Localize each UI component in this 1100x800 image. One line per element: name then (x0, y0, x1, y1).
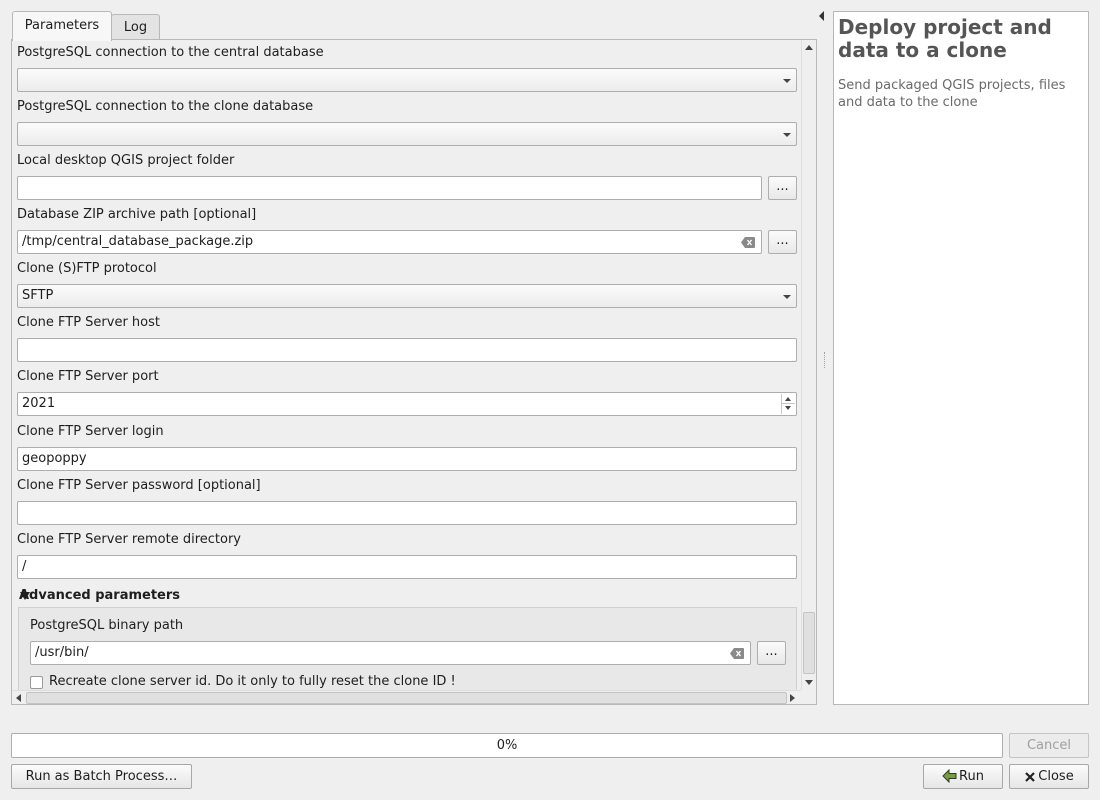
ftp-port-value: 2021 (22, 396, 56, 411)
ftp-login-input[interactable]: geopoppy (17, 447, 797, 471)
zip-path-input[interactable]: /tmp/central_database_package.zip (17, 230, 762, 254)
ftp-port-label: Clone FTP Server port (17, 369, 159, 384)
recreate-id-checkbox[interactable] (30, 676, 43, 689)
progress-bar: 0% (11, 733, 1003, 758)
close-icon (1025, 772, 1036, 782)
ftp-remote-dir-input[interactable]: / (17, 555, 797, 579)
ftp-password-input[interactable] (17, 501, 797, 525)
run-icon (942, 768, 957, 784)
cancel-button[interactable]: Cancel (1009, 733, 1089, 758)
central-db-combo[interactable] (17, 68, 797, 92)
run-as-batch-button[interactable]: Run as Batch Process… (11, 764, 192, 789)
protocol-value: SFTP (22, 288, 54, 303)
project-folder-label: Local desktop QGIS project folder (17, 153, 235, 168)
parameters-scroll-area: PostgreSQL connection to the central dat… (12, 40, 800, 690)
clone-db-label: PostgreSQL connection to the clone datab… (17, 99, 314, 114)
splitter-handle[interactable] (824, 352, 827, 368)
help-description: Send packaged QGIS projects, files and d… (838, 78, 1066, 110)
protocol-label: Clone (S)FTP protocol (17, 261, 157, 276)
close-label: Close (1038, 769, 1074, 784)
scroll-down-icon[interactable] (805, 680, 813, 685)
ftp-host-input[interactable] (17, 338, 797, 362)
clone-db-combo[interactable] (17, 122, 797, 146)
scroll-left-icon[interactable] (16, 694, 21, 702)
tab-parameters[interactable]: Parameters (12, 11, 112, 41)
binary-path-label: PostgreSQL binary path (30, 618, 184, 633)
zip-path-label: Database ZIP archive path [optional] (17, 207, 257, 222)
run-label: Run (959, 769, 984, 784)
advanced-group: PostgreSQL binary path /usr/bin/ ... Rec… (18, 607, 797, 690)
ftp-password-label: Clone FTP Server password [optional] (17, 478, 261, 493)
scroll-handle[interactable] (803, 612, 815, 674)
zip-path-value: /tmp/central_database_package.zip (22, 234, 254, 249)
horizontal-scrollbar[interactable] (12, 690, 801, 704)
ftp-host-label: Clone FTP Server host (17, 315, 160, 330)
help-panel: Deploy project and data to a clone Send … (833, 11, 1089, 705)
recreate-id-label: Recreate clone server id. Do it only to … (49, 674, 456, 689)
collapse-panel-icon[interactable] (819, 11, 824, 21)
central-db-label: PostgreSQL connection to the central dat… (17, 45, 324, 60)
ftp-remote-dir-value: / (22, 559, 27, 574)
binary-path-input[interactable]: /usr/bin/ (30, 641, 751, 665)
protocol-combo[interactable]: SFTP (17, 284, 797, 308)
ftp-remote-dir-label: Clone FTP Server remote directory (17, 532, 241, 547)
scroll-up-icon[interactable] (805, 45, 813, 50)
scroll-right-icon[interactable] (790, 694, 795, 702)
chevron-down-icon (783, 79, 791, 83)
spin-down-icon[interactable] (781, 404, 795, 414)
zip-path-browse-button[interactable]: ... (768, 230, 797, 254)
project-folder-input[interactable] (17, 176, 762, 200)
tab-log[interactable]: Log (111, 14, 160, 40)
run-button[interactable]: Run (923, 764, 1003, 789)
ftp-login-label: Clone FTP Server login (17, 424, 164, 439)
project-folder-browse-button[interactable]: ... (768, 176, 797, 200)
ftp-login-value: geopoppy (22, 451, 87, 466)
scroll-handle[interactable] (26, 692, 787, 704)
parameters-panel: PostgreSQL connection to the central dat… (11, 39, 817, 705)
advanced-parameters-toggle[interactable]: Advanced parameters (19, 588, 180, 603)
binary-path-value: /usr/bin/ (35, 645, 89, 660)
spin-up-icon[interactable] (781, 394, 795, 404)
clear-icon[interactable] (741, 237, 755, 248)
chevron-down-icon (783, 295, 791, 299)
chevron-down-icon (783, 133, 791, 137)
close-button[interactable]: Close (1009, 764, 1089, 789)
help-title: Deploy project and data to a clone (838, 15, 1052, 62)
vertical-scrollbar[interactable] (801, 40, 816, 690)
binary-path-browse-button[interactable]: ... (757, 641, 786, 665)
ftp-port-spinbox[interactable]: 2021 (17, 392, 797, 416)
clear-icon[interactable] (730, 648, 744, 659)
